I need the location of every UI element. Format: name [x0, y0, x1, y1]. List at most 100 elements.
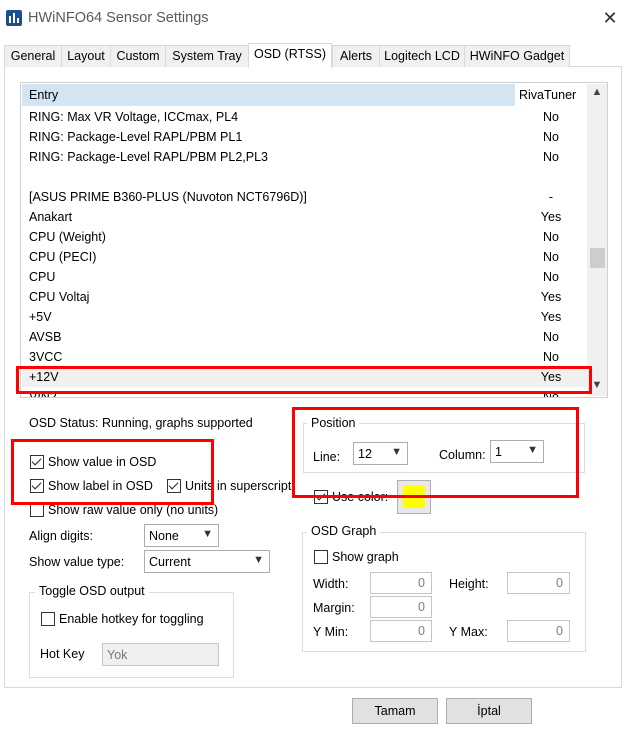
line-value: 12 [358, 447, 372, 461]
scroll-thumb[interactable] [590, 248, 605, 268]
hotkey-label: Hot Key [40, 647, 85, 661]
entry-cell: VIN2 [29, 390, 57, 398]
tab-label: Custom [116, 49, 160, 63]
show-value-type-dropdown[interactable]: Current ▼ [144, 550, 270, 573]
align-digits-label: Align digits: [29, 529, 93, 543]
tab-alerts[interactable]: Alerts [332, 45, 380, 67]
show-value-label[interactable]: Show value in OSD [48, 455, 156, 469]
osd-graph-title: OSD Graph [307, 524, 381, 538]
color-swatch [403, 486, 425, 508]
osd-status-text: OSD Status: Running, graphs supported [29, 416, 253, 430]
entry-cell: CPU (PECI) [29, 250, 97, 264]
entry-cell: +12V [29, 370, 59, 384]
align-digits-dropdown[interactable]: None ▼ [144, 524, 219, 547]
margin-label: Margin: [313, 601, 355, 615]
ymax-input[interactable]: 0 [507, 620, 570, 642]
rivatuner-cell: No [543, 130, 559, 144]
hwinfo-app-icon [6, 10, 22, 26]
width-input[interactable]: 0 [370, 572, 432, 594]
list-row[interactable]: CPU No [22, 267, 589, 287]
entry-cell: RING: Package-Level RAPL/PBM PL2,PL3 [29, 150, 269, 164]
list-scrollbar[interactable]: ▲ ▼ [587, 84, 607, 396]
enable-hotkey-label[interactable]: Enable hotkey for toggling [59, 612, 204, 626]
entry-cell: [ASUS PRIME B360-PLUS (Nuvoton NCT6796D)… [29, 190, 307, 204]
show-graph-label[interactable]: Show graph [332, 550, 399, 564]
show-value-checkbox[interactable] [30, 455, 44, 469]
line-dropdown[interactable]: 12 ▼ [353, 442, 408, 465]
entry-cell: Anakart [29, 210, 73, 224]
list-row[interactable]: CPU (PECI) No [22, 247, 589, 267]
use-color-checkbox[interactable] [314, 490, 328, 504]
units-superscript-checkbox[interactable] [167, 479, 181, 493]
height-input[interactable]: 0 [507, 572, 570, 594]
show-value-type-label: Show value type: [29, 555, 125, 569]
tab-system-tray[interactable]: System Tray [165, 45, 249, 67]
list-row[interactable]: RING: Max VR Voltage, ICCmax, PL4 No [22, 107, 589, 127]
enable-hotkey-checkbox[interactable] [41, 612, 55, 626]
tab-strip: General Layout Custom System Tray OSD (R… [0, 43, 629, 68]
entry-cell: CPU [29, 270, 56, 284]
scroll-up-icon[interactable]: ▲ [587, 86, 607, 102]
list-row[interactable]: [ASUS PRIME B360-PLUS (Nuvoton NCT6796D)… [22, 187, 589, 207]
chevron-down-icon: ▼ [391, 446, 402, 458]
window-title: HWiNFO64 Sensor Settings [28, 10, 209, 26]
close-icon[interactable]: ✕ [596, 6, 624, 30]
show-label-checkbox[interactable] [30, 479, 44, 493]
rivatuner-cell: Yes [540, 290, 562, 304]
list-row[interactable]: CPU Voltaj Yes [22, 287, 589, 307]
tab-osd-rtss[interactable]: OSD (RTSS) [248, 43, 332, 68]
rivatuner-cell: Yes [540, 370, 562, 384]
show-graph-checkbox[interactable] [314, 550, 328, 564]
chevron-down-icon: ▼ [253, 554, 264, 566]
column-header-rivatuner[interactable]: RivaTuner [516, 84, 589, 106]
list-row[interactable]: RING: Package-Level RAPL/PBM PL2,PL3 No [22, 147, 589, 167]
list-row[interactable]: Anakart Yes [22, 207, 589, 227]
tab-general[interactable]: General [4, 45, 62, 67]
show-label-label[interactable]: Show label in OSD [48, 479, 153, 493]
line-label: Line: [313, 450, 341, 464]
tab-layout[interactable]: Layout [61, 45, 111, 67]
entry-cell: CPU Voltaj [29, 290, 90, 304]
rivatuner-cell: No [543, 150, 559, 164]
rivatuner-cell: Yes [540, 310, 562, 324]
rivatuner-cell: No [543, 250, 559, 264]
column-label: Column: [439, 448, 486, 462]
list-row[interactable]: RING: Package-Level RAPL/PBM PL1 No [22, 127, 589, 147]
column-header-entry[interactable]: Entry [22, 84, 515, 106]
show-raw-checkbox[interactable] [30, 503, 44, 517]
tab-hwinfo-gadget[interactable]: HWiNFO Gadget [464, 45, 570, 67]
ok-button[interactable]: Tamam [352, 698, 438, 724]
toggle-osd-title: Toggle OSD output [35, 584, 149, 598]
width-label: Width: [313, 577, 349, 591]
column-dropdown[interactable]: 1 ▼ [490, 440, 544, 463]
tab-logitech-lcd[interactable]: Logitech LCD [379, 45, 465, 67]
align-digits-value: None [149, 529, 179, 543]
rivatuner-cell: No [543, 230, 559, 244]
hotkey-input[interactable]: Yok [102, 643, 219, 666]
use-color-label[interactable]: Use color: [332, 490, 388, 504]
list-row[interactable]: CPU (Weight) No [22, 227, 589, 247]
list-row-spacer[interactable] [22, 167, 589, 187]
rivatuner-cell: No [543, 330, 559, 344]
margin-input[interactable]: 0 [370, 596, 432, 618]
rivatuner-cell: No [543, 110, 559, 124]
sensor-list[interactable]: Entry RivaTuner RING: Max VR Voltage, IC… [20, 82, 608, 398]
entry-cell: CPU (Weight) [29, 230, 106, 244]
tab-label: Layout [67, 49, 105, 63]
list-row[interactable]: AVSB No [22, 327, 589, 347]
color-picker-button[interactable] [397, 480, 431, 514]
scroll-down-icon[interactable]: ▼ [587, 379, 607, 395]
rivatuner-cell: - [548, 190, 554, 204]
chevron-down-icon: ▼ [202, 528, 213, 540]
list-row[interactable]: +5V Yes [22, 307, 589, 327]
list-row[interactable]: +12V Yes [22, 367, 589, 387]
ymin-input[interactable]: 0 [370, 620, 432, 642]
tab-custom[interactable]: Custom [110, 45, 166, 67]
title-bar: HWiNFO64 Sensor Settings ✕ [0, 0, 629, 36]
list-row[interactable]: 3VCC No [22, 347, 589, 367]
units-superscript-label[interactable]: Units in superscript [185, 479, 291, 493]
entry-cell: RING: Max VR Voltage, ICCmax, PL4 [29, 110, 239, 124]
list-row[interactable]: VIN2 No [22, 387, 589, 398]
cancel-button[interactable]: İptal [446, 698, 532, 724]
show-raw-label[interactable]: Show raw value only (no units) [48, 503, 218, 517]
